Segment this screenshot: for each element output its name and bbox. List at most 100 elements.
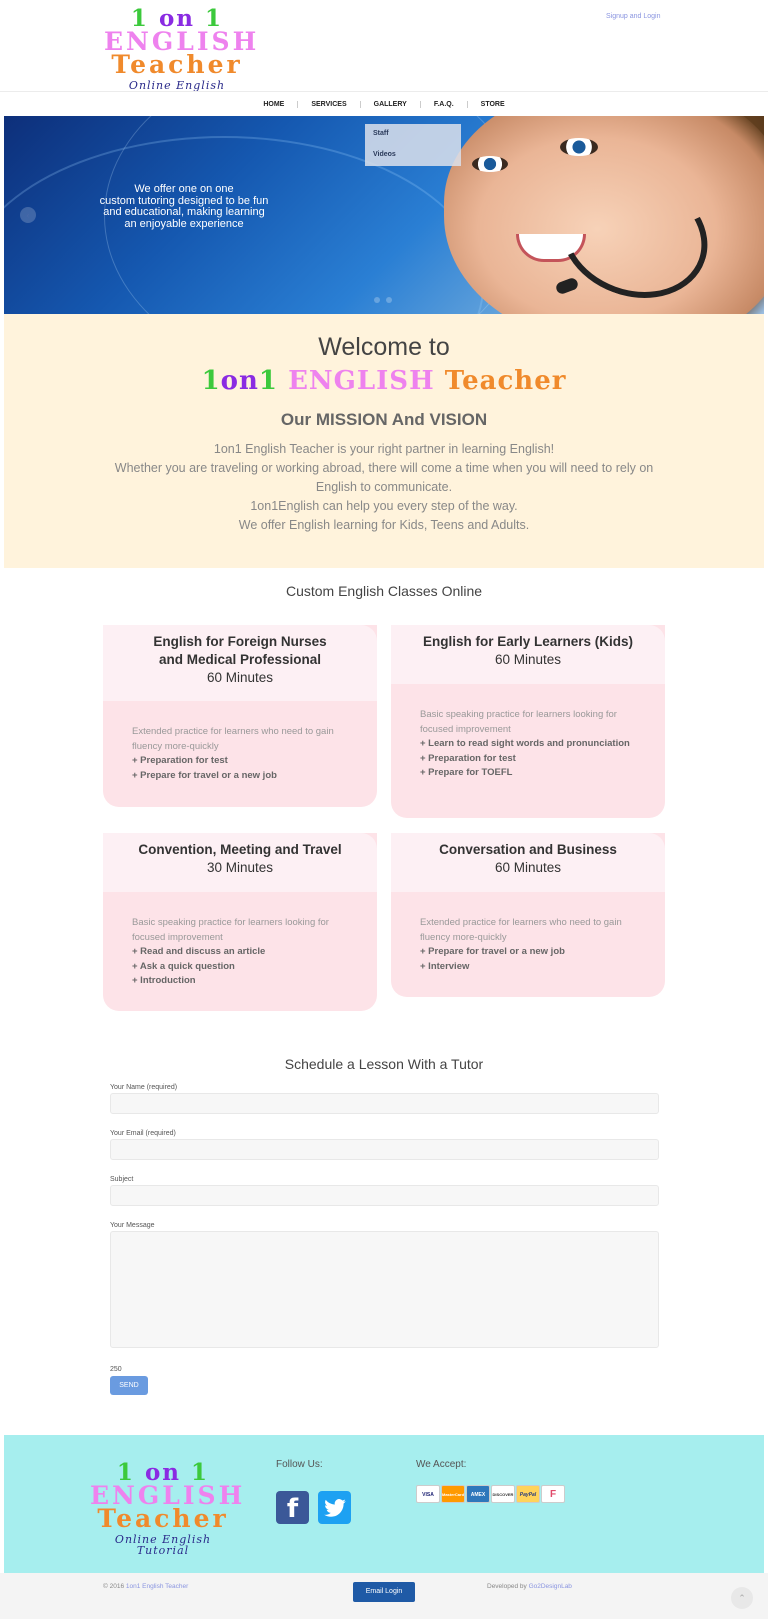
class-card-feature: + Learn to read sight words and pronunci…: [420, 738, 630, 749]
class-card-description: Basic speaking practice for learners loo…: [132, 917, 329, 943]
class-card[interactable]: Conversation and Business 60 Minutes Ext…: [391, 833, 665, 997]
class-card-feature: + Prepare for TOEFL: [420, 767, 513, 778]
class-card-duration: 60 Minutes: [494, 652, 562, 667]
email-login-button[interactable]: Email Login: [353, 1582, 415, 1602]
class-card-description: Basic speaking practice for learners loo…: [420, 709, 617, 735]
brand-on: on: [220, 366, 259, 396]
class-card-body: Basic speaking practice for learners loo…: [103, 892, 377, 989]
message-textarea[interactable]: [110, 1231, 659, 1348]
subject-label: Subject: [110, 1176, 134, 1183]
class-card-duration: 30 Minutes: [206, 860, 274, 875]
footer-logo-mark: 1 on 1 ENGLISH Teacher Online English Tu…: [90, 1461, 242, 1557]
hero-photo-eye: [472, 156, 508, 172]
main-nav: HOME SERVICES GALLERY F.A.Q. STORE: [0, 92, 768, 116]
class-card-duration: 60 Minutes: [494, 860, 562, 875]
copyright-prefix: © 2016: [103, 1583, 125, 1590]
class-card-feature: + Ask a quick question: [132, 960, 235, 972]
nav-gallery[interactable]: GALLERY: [361, 101, 420, 108]
class-card-header: English for Foreign Nurses and Medical P…: [103, 625, 377, 701]
class-card-duration: 60 Minutes: [206, 670, 274, 685]
class-card-header: Conversation and Business 60 Minutes: [391, 833, 665, 892]
class-card-feature: + Prepare for travel or a new job: [420, 946, 565, 957]
nav-store[interactable]: STORE: [468, 101, 518, 108]
page: 1 on 1 ENGLISH Teacher Online English Tu…: [0, 0, 768, 1619]
facebook-icon[interactable]: f: [276, 1491, 309, 1524]
hero-caption-line: We offer one on one: [134, 183, 234, 195]
logo-teacher: Teacher: [111, 50, 243, 79]
class-card-feature: + Introduction: [132, 975, 196, 986]
mission-line: 1on1 English Teacher is your right partn…: [213, 442, 555, 456]
mission-line: Whether you are traveling or working abr…: [114, 461, 654, 494]
amex-icon: AMEX: [466, 1485, 490, 1503]
hero-caption: We offer one on one custom tutoring desi…: [84, 183, 284, 230]
message-label: Your Message: [110, 1222, 155, 1229]
footer-logo[interactable]: 1 on 1 ENGLISH Teacher Online English Tu…: [90, 1461, 242, 1557]
header: 1 on 1 ENGLISH Teacher Online English Tu…: [0, 0, 768, 102]
name-input[interactable]: [110, 1093, 659, 1114]
class-card-feature: + Preparation for test: [132, 755, 228, 766]
mission-line: We offer English learning for Kids, Teen…: [238, 518, 530, 532]
class-card-body: Extended practice for learners who need …: [391, 892, 665, 974]
visa-icon: VISA: [416, 1485, 440, 1503]
send-button[interactable]: SEND: [110, 1376, 148, 1395]
name-label: Your Name (required): [110, 1084, 178, 1091]
class-card-body: Basic speaking practice for learners loo…: [391, 684, 665, 781]
brand-digit-2: 1: [258, 366, 278, 396]
mission-line: 1on1English can help you every step of t…: [250, 499, 518, 513]
mission-text: 1on1 English Teacher is your right partn…: [104, 440, 664, 535]
class-card-feature: + Read and discuss an article: [132, 946, 266, 957]
class-card-feature: + Prepare for travel or a new job: [132, 769, 277, 781]
welcome-heading: Welcome to: [318, 333, 450, 361]
site-logo[interactable]: 1 on 1 ENGLISH Teacher Online English Tu…: [104, 7, 256, 102]
mastercard-icon: MasterCard: [441, 1485, 465, 1503]
developer-credit: Developed by Go2DesignLab: [487, 1583, 572, 1590]
developer-prefix: Developed by: [487, 1583, 527, 1590]
nav-services[interactable]: SERVICES: [298, 101, 359, 108]
nav-home[interactable]: HOME: [250, 101, 297, 108]
brand-digit-1: 1: [201, 366, 221, 396]
copyright-link[interactable]: 1on1 English Teacher: [126, 1583, 188, 1590]
class-card-body: Extended practice for learners who need …: [103, 701, 377, 783]
hero-caption-line: an enjoyable experience: [124, 217, 244, 230]
class-card[interactable]: English for Foreign Nurses and Medical P…: [103, 625, 377, 807]
payment-methods: VISA MasterCard AMEX DISCOVER PayPal F: [416, 1485, 565, 1503]
slider-dot[interactable]: [374, 297, 380, 303]
scroll-to-top-icon[interactable]: ⌃: [731, 1587, 753, 1609]
class-card[interactable]: English for Early Learners (Kids) 60 Min…: [391, 625, 665, 818]
twitter-icon[interactable]: [318, 1491, 351, 1524]
logo-tagline: Online English Tutorial: [114, 1533, 212, 1557]
class-card-feature: + Preparation for test: [420, 752, 516, 764]
dropdown-item-videos[interactable]: Videos: [373, 149, 453, 170]
follow-us-label: Follow Us:: [276, 1459, 323, 1470]
foursquare-icon: F: [541, 1485, 565, 1503]
class-card[interactable]: Convention, Meeting and Travel 30 Minute…: [103, 833, 377, 1011]
logo-teacher: Teacher: [97, 1504, 229, 1533]
class-card-title: English for Early Learners (Kids): [422, 634, 634, 649]
slider-dot[interactable]: [386, 297, 392, 303]
class-card-feature: + Interview: [420, 960, 470, 972]
classes-title: Custom English Classes Online: [285, 583, 483, 599]
copyright: © 2016 1on1 English Teacher: [103, 1583, 188, 1590]
schedule-form-title: Schedule a Lesson With a Tutor: [284, 1056, 484, 1072]
dropdown-item-staff[interactable]: Staff: [373, 128, 453, 149]
class-card-header: English for Early Learners (Kids) 60 Min…: [391, 625, 665, 684]
character-counter: 250: [110, 1366, 122, 1373]
twitter-bird-icon: [323, 1499, 346, 1517]
footer: 1 on 1 ENGLISH Teacher Online English Tu…: [4, 1435, 764, 1573]
class-card-description: Extended practice for learners who need …: [420, 917, 622, 943]
signup-login-link[interactable]: Signup and Login: [606, 13, 661, 20]
subject-input[interactable]: [110, 1185, 659, 1206]
brand-teacher: Teacher: [444, 366, 567, 396]
class-card-title: Conversation and Business: [439, 842, 617, 857]
slider-prev-arrow-icon[interactable]: ‹: [20, 207, 36, 223]
email-input[interactable]: [110, 1139, 659, 1160]
developer-link[interactable]: Go2DesignLab: [529, 1583, 572, 1590]
hero-photo-eye: [560, 138, 598, 156]
paypal-icon: PayPal: [516, 1485, 540, 1503]
class-card-description: Extended practice for learners who need …: [132, 726, 334, 752]
welcome-section: Welcome to 1on1 ENGLISH Teacher Our MISS…: [4, 314, 764, 568]
nav-faq[interactable]: F.A.Q.: [421, 101, 467, 108]
class-card-header: Convention, Meeting and Travel 30 Minute…: [103, 833, 377, 892]
class-card-title: English for Foreign Nurses and Medical P…: [153, 634, 327, 667]
welcome-brand: 1on1 ENGLISH Teacher: [4, 366, 764, 396]
